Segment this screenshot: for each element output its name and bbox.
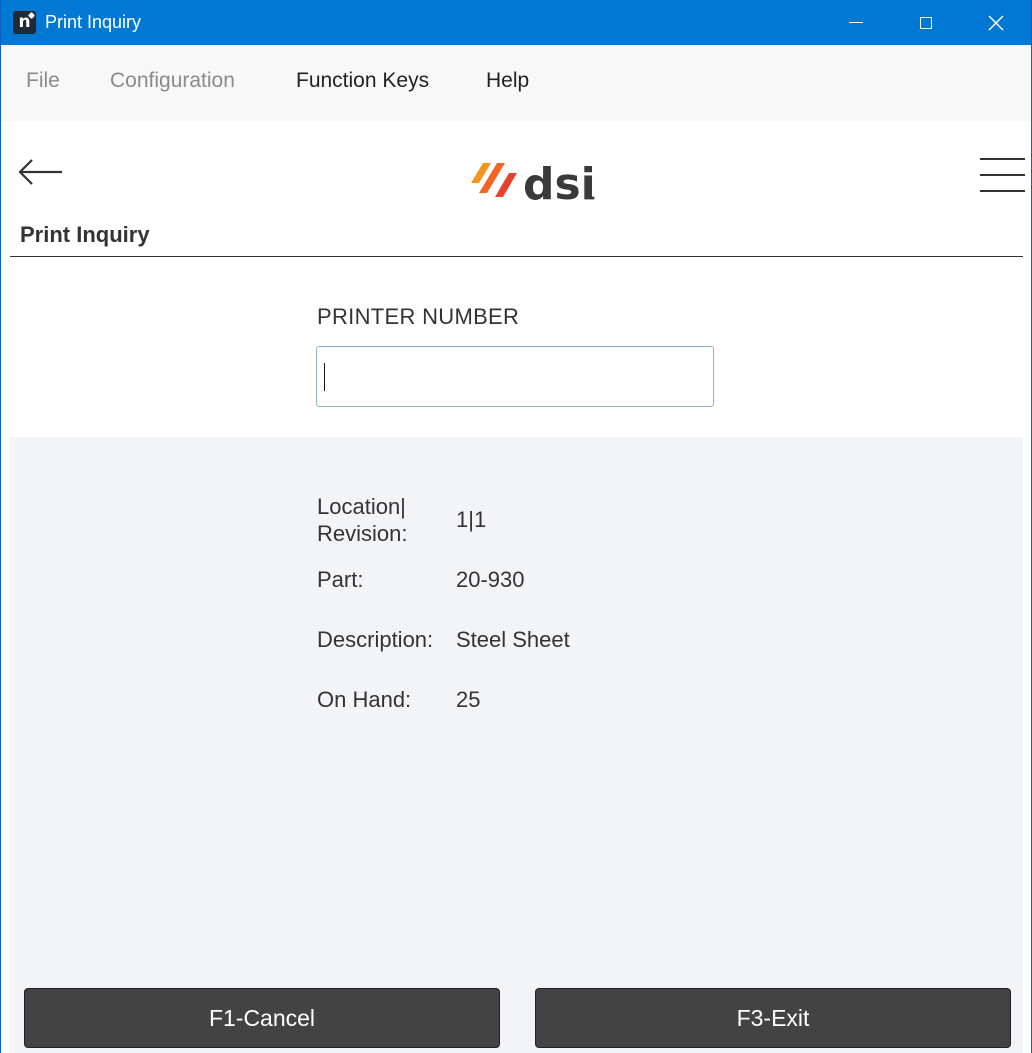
menu-bar: File Configuration Function Keys Help	[1, 45, 1031, 121]
location-revision-label-line2: Revision:	[317, 521, 408, 546]
menu-file[interactable]: File	[26, 69, 60, 93]
title-bar[interactable]: n Print Inquiry	[1, 0, 1031, 45]
back-arrow-icon[interactable]	[18, 157, 64, 187]
f1-cancel-button[interactable]: F1-Cancel	[24, 988, 500, 1048]
menu-function-keys[interactable]: Function Keys	[296, 69, 429, 93]
part-label: Part:	[317, 567, 364, 592]
description-value: Steel Sheet	[456, 627, 570, 652]
minimize-button[interactable]	[821, 0, 891, 45]
f3-exit-button[interactable]: F3-Exit	[535, 988, 1011, 1048]
on-hand-label: On Hand:	[317, 687, 412, 712]
location-revision-label-line1: Location|	[317, 494, 406, 519]
minimize-icon	[849, 22, 863, 23]
window-title: Print Inquiry	[45, 12, 142, 32]
hamburger-menu-icon[interactable]	[980, 157, 1025, 193]
part-value: 20-930	[456, 567, 525, 592]
dsi-logo: dsi	[471, 159, 596, 207]
close-button[interactable]	[961, 0, 1031, 45]
app-window: n Print Inquiry File Configuration Funct…	[0, 0, 1032, 1053]
info-panel	[10, 437, 1023, 1053]
maximize-button[interactable]	[891, 0, 961, 45]
description-label: Description:	[317, 627, 434, 652]
page-title: Print Inquiry	[20, 222, 150, 247]
title-divider	[10, 256, 1023, 257]
close-icon	[988, 15, 1004, 30]
app-header: dsi	[1, 121, 1031, 216]
text-caret	[324, 363, 325, 391]
maximize-icon	[920, 16, 932, 29]
printer-number-input[interactable]	[316, 346, 714, 407]
printer-number-label: PRINTER NUMBER	[317, 304, 520, 329]
app-logo-icon: n	[13, 11, 36, 34]
on-hand-value: 25	[456, 687, 481, 712]
logo-text: dsi	[523, 159, 596, 207]
location-revision-value: 1|1	[456, 507, 487, 532]
menu-configuration[interactable]: Configuration	[110, 69, 235, 93]
menu-help[interactable]: Help	[486, 69, 529, 93]
